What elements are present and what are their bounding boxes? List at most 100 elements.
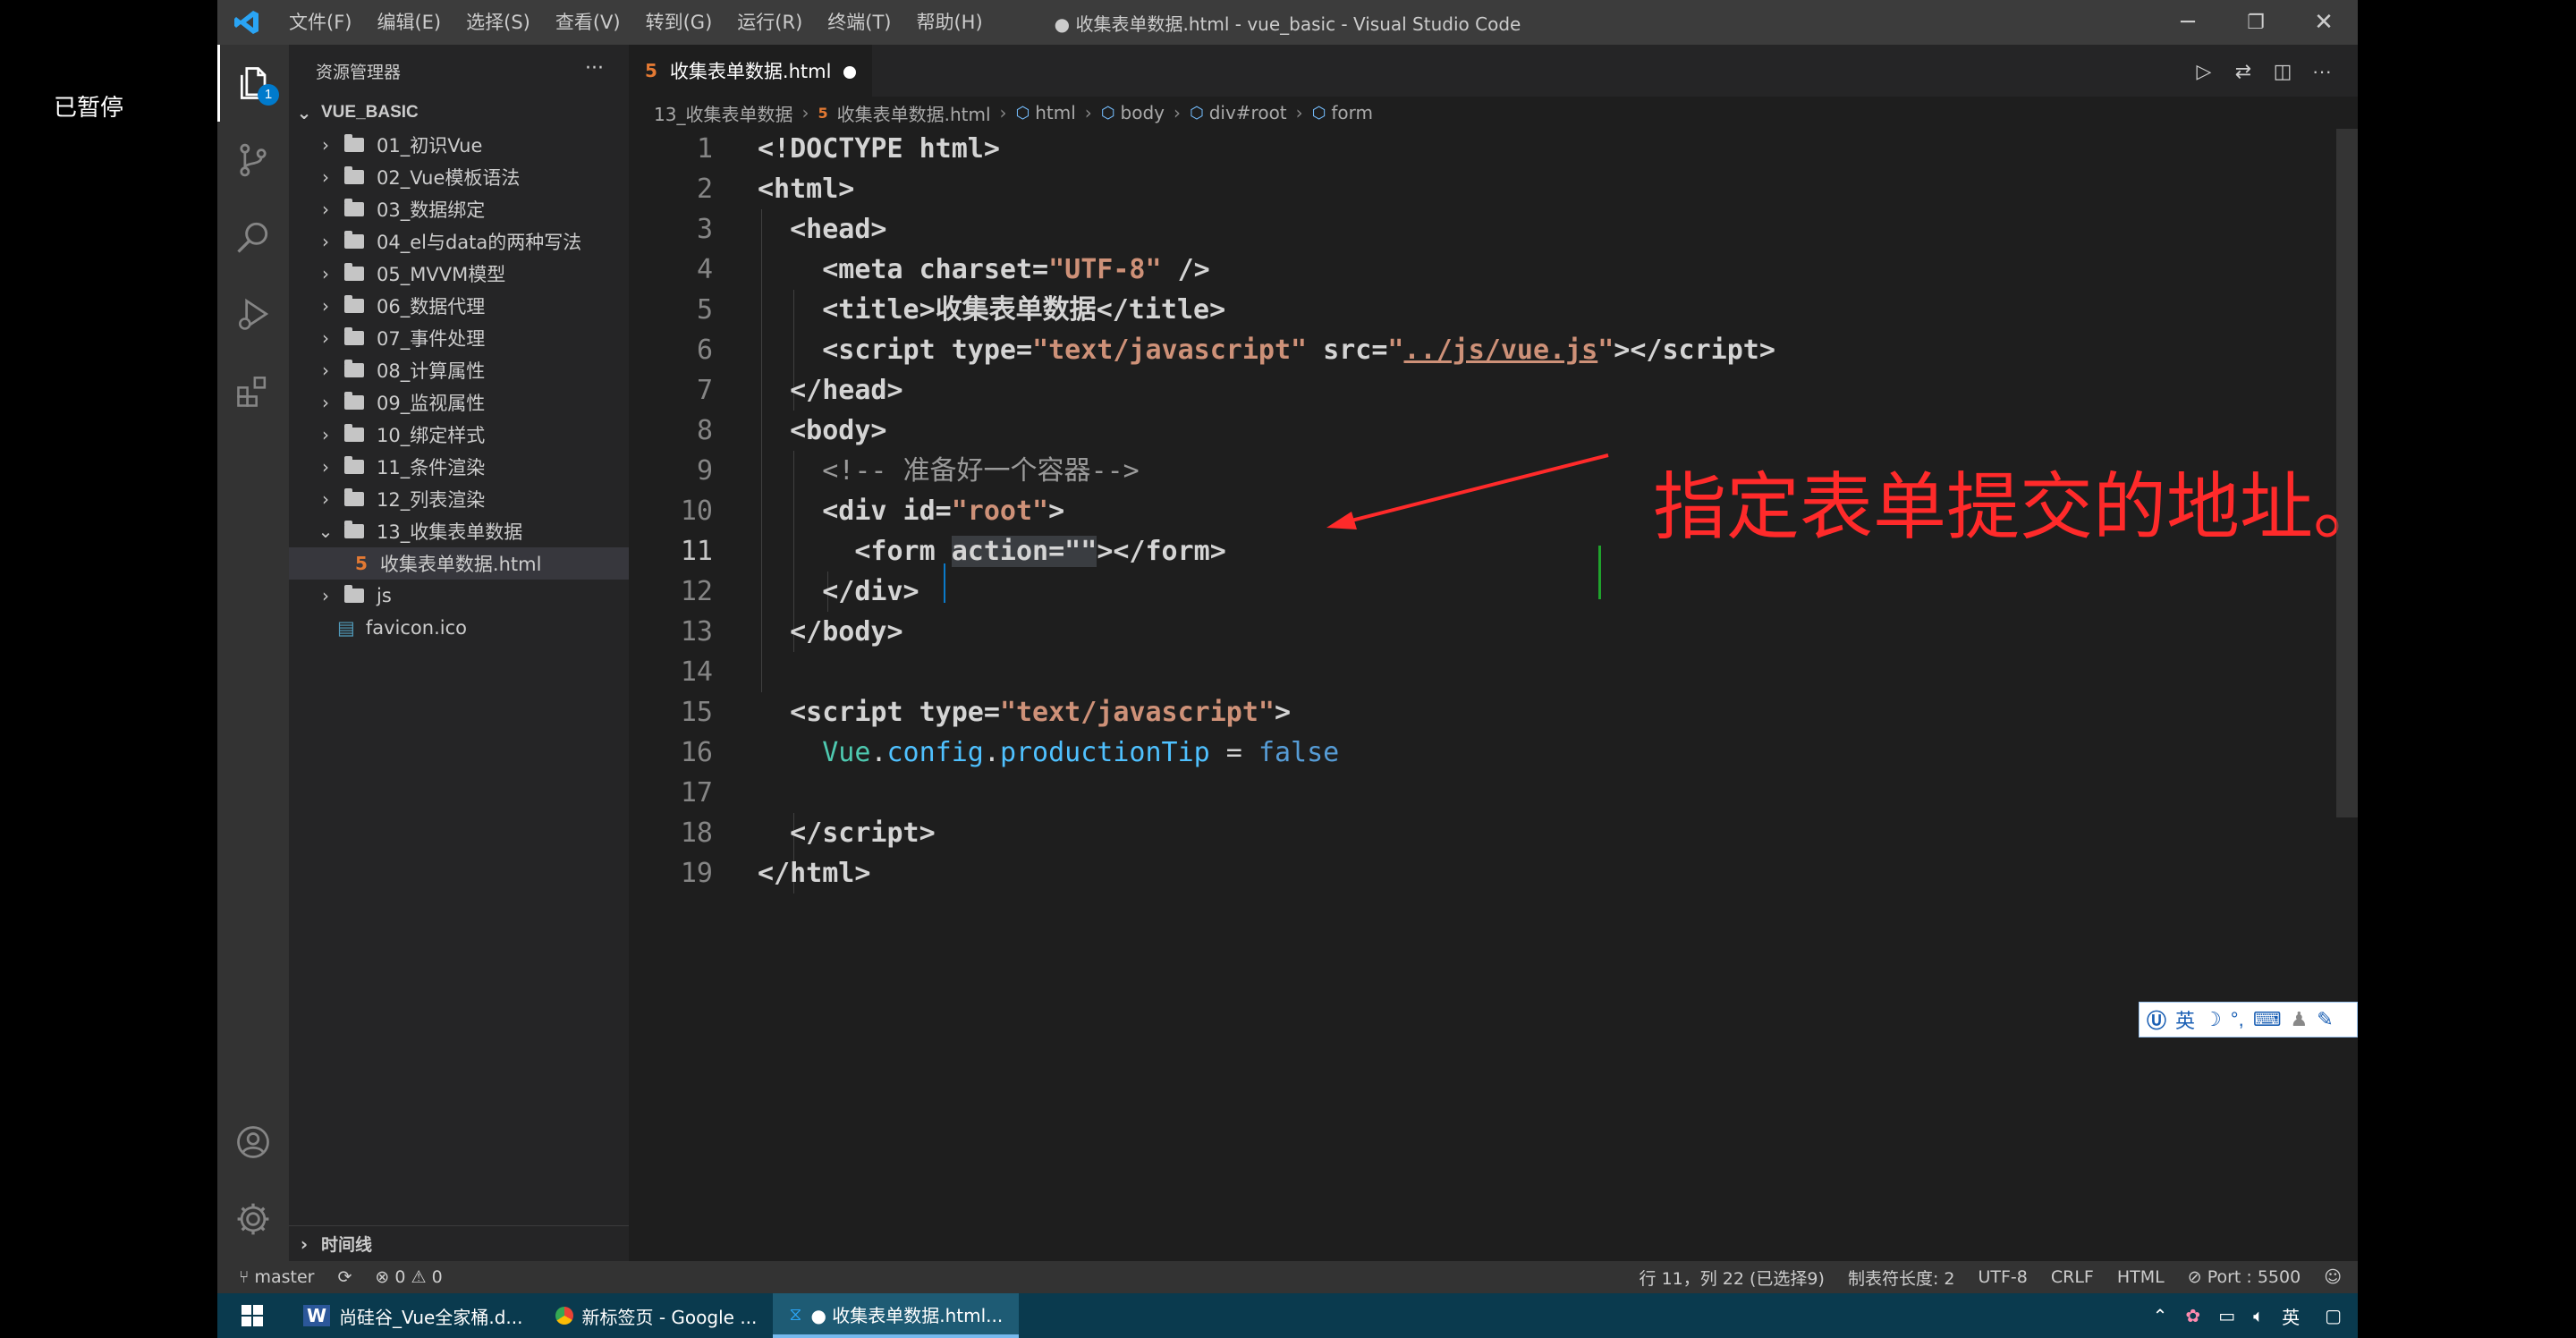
minimize-button[interactable]: ─ (2154, 0, 2222, 45)
tree-item[interactable]: › 01_初识Vue (289, 129, 629, 161)
tree-item[interactable]: › 06_数据代理 (289, 290, 629, 322)
tree-item[interactable]: › 08_计算属性 (289, 354, 629, 386)
menu-help[interactable]: 帮助(H) (903, 0, 995, 45)
line-number: 15 (680, 697, 713, 728)
language-mode[interactable]: HTML (2117, 1267, 2165, 1287)
sync-icon[interactable]: ⟳ (337, 1267, 352, 1287)
taskbar-chrome[interactable]: 新标签页 - Google ... (539, 1293, 774, 1338)
port-icon: ⊘ (2187, 1267, 2207, 1287)
ime-settings-icon[interactable]: ✎ (2317, 1008, 2333, 1031)
project-root[interactable]: ⌄ VUE_BASIC (289, 97, 629, 129)
menu-go[interactable]: 转到(G) (633, 0, 725, 45)
title-bar: 文件(F) 编辑(E) 选择(S) 查看(V) 转到(G) 运行(R) 终端(T… (217, 0, 2358, 45)
tree-item-label: 04_el与data的两种写法 (377, 232, 582, 253)
tree-item[interactable]: › 10_绑定样式 (289, 419, 629, 451)
chevron-right-icon: › (322, 360, 329, 381)
run-debug-activity[interactable] (217, 275, 289, 352)
timeline-panel[interactable]: › 时间线 (289, 1225, 629, 1261)
volume-icon[interactable]: 🔈︎ (2244, 1293, 2273, 1338)
cursor-position[interactable]: 行 11，列 22 (已选择9) (1640, 1266, 1825, 1290)
menu-terminal[interactable]: 终端(T) (815, 0, 903, 45)
ime-keyboard-icon[interactable]: ⌨ (2253, 1008, 2282, 1031)
feedback-icon[interactable]: ☺ (2324, 1267, 2342, 1287)
tree-item[interactable]: › 09_监视属性 (289, 386, 629, 419)
run-icon[interactable]: ▷ (2186, 55, 2222, 88)
windows-start-icon[interactable] (217, 1293, 287, 1338)
line-ending[interactable]: CRLF (2051, 1267, 2094, 1287)
explorer-activity[interactable]: 1 (217, 45, 289, 122)
show-hidden-icons[interactable]: ⌃ (2144, 1293, 2177, 1338)
tree-item[interactable]: › 07_事件处理 (289, 322, 629, 354)
line-number: 11 (680, 536, 713, 567)
chevron-right-icon: › (1173, 102, 1181, 123)
taskbar-vscode[interactable]: ⧖ ● 收集表单数据.html... (773, 1293, 1020, 1338)
more-editor-actions-icon[interactable]: ··· (2304, 55, 2340, 88)
tree-item[interactable]: ⌄ 13_收集表单数据 (289, 515, 629, 547)
taskbar-word[interactable]: W 尚硅谷_Vue全家桶.d... (287, 1293, 539, 1338)
tree-item[interactable]: › 02_Vue模板语法 (289, 161, 629, 193)
battery-icon[interactable]: ▭ (2209, 1293, 2244, 1338)
unsaved-dot-icon[interactable] (843, 66, 856, 79)
chrome-icon (555, 1307, 573, 1325)
chevron-right-icon: › (322, 392, 329, 413)
menu-selection[interactable]: 选择(S) (453, 0, 543, 45)
tree-item-label: favicon.ico (365, 617, 467, 639)
open-changes-icon[interactable]: ⇄ (2225, 55, 2261, 88)
restore-button[interactable]: ❐ (2222, 0, 2290, 45)
split-editor-icon[interactable]: ◫ (2265, 55, 2301, 88)
ime-toolbar[interactable]: Ⓤ 英 ☽ °, ⌨ ♟ ✎ (2139, 1002, 2358, 1037)
tree-item-label: 11_条件渲染 (377, 457, 486, 478)
tray-app-icon[interactable]: ✿ (2176, 1293, 2209, 1338)
account-activity[interactable] (217, 1104, 289, 1181)
breadcrumb-folder[interactable]: 13_收集表单数据 (654, 100, 792, 126)
tree-item-label: 10_绑定样式 (377, 425, 486, 446)
code-line-5: <title>收集表单数据</title> (822, 294, 1226, 326)
tree-item[interactable]: › js (289, 580, 629, 612)
tree-item-label: 08_计算属性 (377, 360, 486, 382)
extensions-activity[interactable] (217, 352, 289, 429)
more-actions-icon[interactable]: ··· (585, 57, 604, 80)
line-number: 7 (696, 375, 713, 406)
ime-punct-icon[interactable]: °, (2231, 1008, 2244, 1031)
notification-icon[interactable]: ▢ (2309, 1293, 2358, 1338)
branch-status[interactable]: ⑂ master (239, 1267, 314, 1287)
problems-status[interactable]: ⊗ 0 ⚠ 0 (375, 1267, 442, 1287)
live-server-port[interactable]: ⊘ Port : 5500 (2188, 1267, 2301, 1287)
menu-edit[interactable]: 编辑(E) (364, 0, 453, 45)
breadcrumb-div[interactable]: div#root (1209, 102, 1287, 123)
close-button[interactable]: ✕ (2290, 0, 2358, 45)
code-line-6: <script type="text/javascript" src="../j… (822, 334, 1775, 366)
code-editor[interactable]: 1 2 3 4 5 6 7 8 9 10 11 12 13 14 15 16 17 18 19 <!DOCTYPE … (629, 129, 2358, 1261)
tree-item[interactable]: › 11_条件渲染 (289, 451, 629, 483)
breadcrumb-form[interactable]: form (1331, 102, 1373, 123)
ime-moon-icon[interactable]: ☽ (2204, 1008, 2222, 1031)
ime-user-icon[interactable]: ♟ (2290, 1008, 2308, 1031)
tab-size[interactable]: 制表符长度: 2 (1848, 1266, 1955, 1290)
menu-view[interactable]: 查看(V) (543, 0, 633, 45)
editor-scrollbar[interactable] (2336, 129, 2358, 817)
tree-item[interactable]: ▤ favicon.ico (289, 612, 629, 644)
breadcrumb-html[interactable]: html (1035, 102, 1076, 123)
menu-run[interactable]: 运行(R) (724, 0, 815, 45)
encoding[interactable]: UTF-8 (1978, 1267, 2027, 1287)
settings-activity[interactable] (217, 1181, 289, 1258)
taskbar-ime[interactable]: 英 (2273, 1293, 2309, 1338)
tab-form-html[interactable]: 5 收集表单数据.html (629, 45, 872, 97)
tree-item[interactable]: › 12_列表渲染 (289, 483, 629, 515)
folder-icon (344, 521, 364, 538)
code-line-16: Vue.config.productionTip = false (822, 737, 1340, 768)
chevron-right-icon: › (322, 585, 329, 606)
search-activity[interactable] (217, 199, 289, 275)
tree-item[interactable]: › 05_MVVM模型 (289, 258, 629, 290)
tree-item[interactable]: 5 收集表单数据.html (289, 547, 629, 580)
tree-item[interactable]: › 04_el与data的两种写法 (289, 225, 629, 258)
tree-item[interactable]: › 03_数据绑定 (289, 193, 629, 225)
ime-mode[interactable]: 英 (2175, 1005, 2195, 1034)
settings-gear-icon (237, 1203, 269, 1235)
chevron-down-icon: ⌄ (296, 103, 312, 123)
menu-file[interactable]: 文件(F) (276, 0, 364, 45)
breadcrumb-body[interactable]: body (1121, 102, 1165, 123)
chevron-right-icon: › (322, 456, 329, 478)
breadcrumb-file[interactable]: 收集表单数据.html (837, 100, 991, 126)
source-control-activity[interactable] (217, 122, 289, 199)
